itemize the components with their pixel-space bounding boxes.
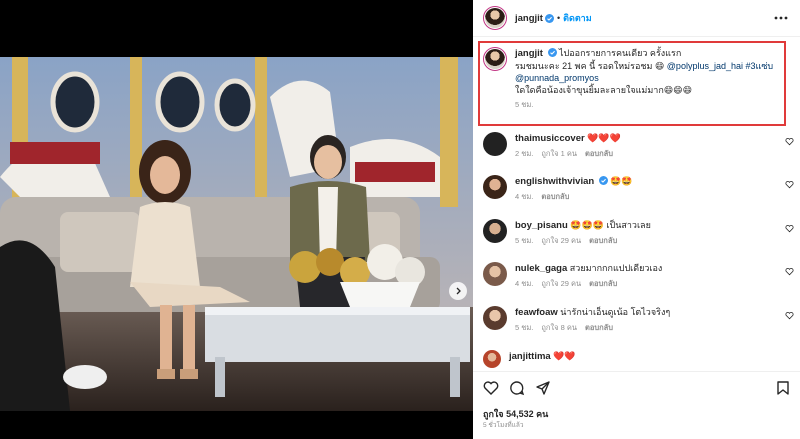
comment-username[interactable]: englishwithvivian <box>515 176 594 187</box>
studio-photo <box>0 57 473 411</box>
comment-time: 4 ชม. <box>515 192 534 201</box>
comment-time: 4 ชม. <box>515 279 534 288</box>
comment-text: ❤️❤️ <box>553 351 576 361</box>
posted-time: 5 ชั่วโมงที่แล้ว <box>483 422 524 429</box>
post-photo[interactable] <box>0 57 473 411</box>
heart-icon[interactable] <box>483 380 499 396</box>
chevron-right-icon <box>456 287 461 295</box>
comment-username[interactable]: feawfoaw <box>515 307 558 318</box>
header-separator: • <box>556 13 561 23</box>
caption-line-2: รมชมนะคะ 21 พค นี้ รอดใหม่รอชม 😄 <box>515 61 665 71</box>
author-avatar[interactable] <box>483 6 507 30</box>
comment-username[interactable]: thaimusiccover <box>515 133 585 144</box>
comment-item: nulek_gaga สวยมากกกแปปเดียวเอง 4 ชม. ถูกใ… <box>483 262 775 290</box>
bookmark-icon[interactable] <box>775 380 791 396</box>
heart-icon[interactable] <box>785 311 794 320</box>
likes-count[interactable]: ถูกใจ 54,532 คน <box>483 407 548 421</box>
comment-time: 5 ชม. <box>515 323 534 332</box>
post-actions: ถูกใจ 54,532 คน 5 ชั่วโมงที่แล้ว <box>473 371 800 439</box>
follow-button[interactable]: ติดตาม <box>563 11 592 25</box>
comment-time: 2 ชม. <box>515 149 534 158</box>
reply-button[interactable]: ตอบกลับ <box>585 149 613 158</box>
comment-avatar[interactable] <box>483 219 507 243</box>
comment-avatar[interactable] <box>483 306 507 330</box>
caption-line-1: ไปออกรายการคนเดียว ครั้งแรก <box>559 48 682 58</box>
reply-button[interactable]: ตอบกลับ <box>541 192 569 201</box>
caption-mention[interactable]: @polyplus_jad_hai <box>667 61 743 71</box>
comment-username[interactable]: janjittima <box>509 351 551 362</box>
caption-line-3: ใดใดคือน้องเจ้าขุนยิ้มละลายใจแม่มาก😄😄😄 <box>515 85 692 95</box>
verified-icon <box>598 176 608 185</box>
comment-item: janjittima ❤️❤️ <box>483 350 769 368</box>
comment-avatar[interactable] <box>483 350 501 368</box>
comment-likes[interactable]: ถูกใจ 8 คน <box>541 323 577 332</box>
comment-username[interactable]: nulek_gaga <box>515 263 567 274</box>
heart-icon[interactable] <box>785 224 794 233</box>
caption-time: 5 ชม. <box>515 100 534 109</box>
carousel-next-button[interactable] <box>449 282 467 300</box>
comment-text: น่ารักน่าเอ็นดูเน้อ โตไวจริงๆ <box>560 307 671 317</box>
comment-text: สวยมากกกแปปเดียวเอง <box>569 263 663 273</box>
share-icon[interactable] <box>535 380 551 396</box>
reply-button[interactable]: ตอบกลับ <box>589 236 617 245</box>
reply-button[interactable]: ตอบกลับ <box>585 323 613 332</box>
post-header: jangjit • ติดตาม <box>473 0 800 37</box>
comment-item: boy_pisanu 🤩🤩🤩 เป็นสาวเลย 5 ชม. ถูกใจ 29 … <box>483 219 775 247</box>
caption-hashtag[interactable]: #3แซ่บ <box>746 61 774 71</box>
caption-mention[interactable]: @punnada_promyos <box>515 73 599 83</box>
post-sidebar: jangjit • ติดตาม jangjit ไปออกรายการคนเด… <box>473 0 800 439</box>
more-icon[interactable] <box>774 12 788 24</box>
comment-item: thaimusiccover ❤️❤️❤️ 2 ชม. ถูกใจ 1 คน ตอบ… <box>483 132 775 160</box>
comment-avatar[interactable] <box>483 132 507 156</box>
comment-text: ❤️❤️❤️ <box>587 133 621 143</box>
comment-likes[interactable]: ถูกใจ 29 คน <box>541 279 581 288</box>
comment-avatar[interactable] <box>483 175 507 199</box>
heart-icon[interactable] <box>785 267 794 276</box>
comment-text: 🤩🤩🤩 เป็นสาวเลย <box>570 220 651 230</box>
comment-text: 🤩🤩 <box>610 176 633 186</box>
post-media <box>0 0 473 439</box>
comment-username[interactable]: boy_pisanu <box>515 220 568 231</box>
comment-item: englishwithvivian 🤩🤩 4 ชม. ตอบกลับ <box>483 175 775 203</box>
verified-icon <box>544 13 554 23</box>
caption-username[interactable]: jangjit <box>515 48 543 59</box>
comment-time: 5 ชม. <box>515 236 534 245</box>
comment-avatar[interactable] <box>483 262 507 286</box>
comment-item: feawfoaw น่ารักน่าเอ็นดูเน้อ โตไวจริงๆ 5… <box>483 306 775 334</box>
comment-icon[interactable] <box>509 380 525 396</box>
heart-icon[interactable] <box>785 180 794 189</box>
author-username[interactable]: jangjit <box>515 13 543 24</box>
caption: jangjit ไปออกรายการคนเดียว ครั้งแรก รมชม… <box>483 47 775 111</box>
caption-avatar[interactable] <box>483 47 507 71</box>
heart-icon[interactable] <box>785 137 794 146</box>
comment-likes[interactable]: ถูกใจ 29 คน <box>541 236 581 245</box>
reply-button[interactable]: ตอบกลับ <box>589 279 617 288</box>
comment-likes[interactable]: ถูกใจ 1 คน <box>541 149 577 158</box>
verified-icon <box>547 48 557 57</box>
